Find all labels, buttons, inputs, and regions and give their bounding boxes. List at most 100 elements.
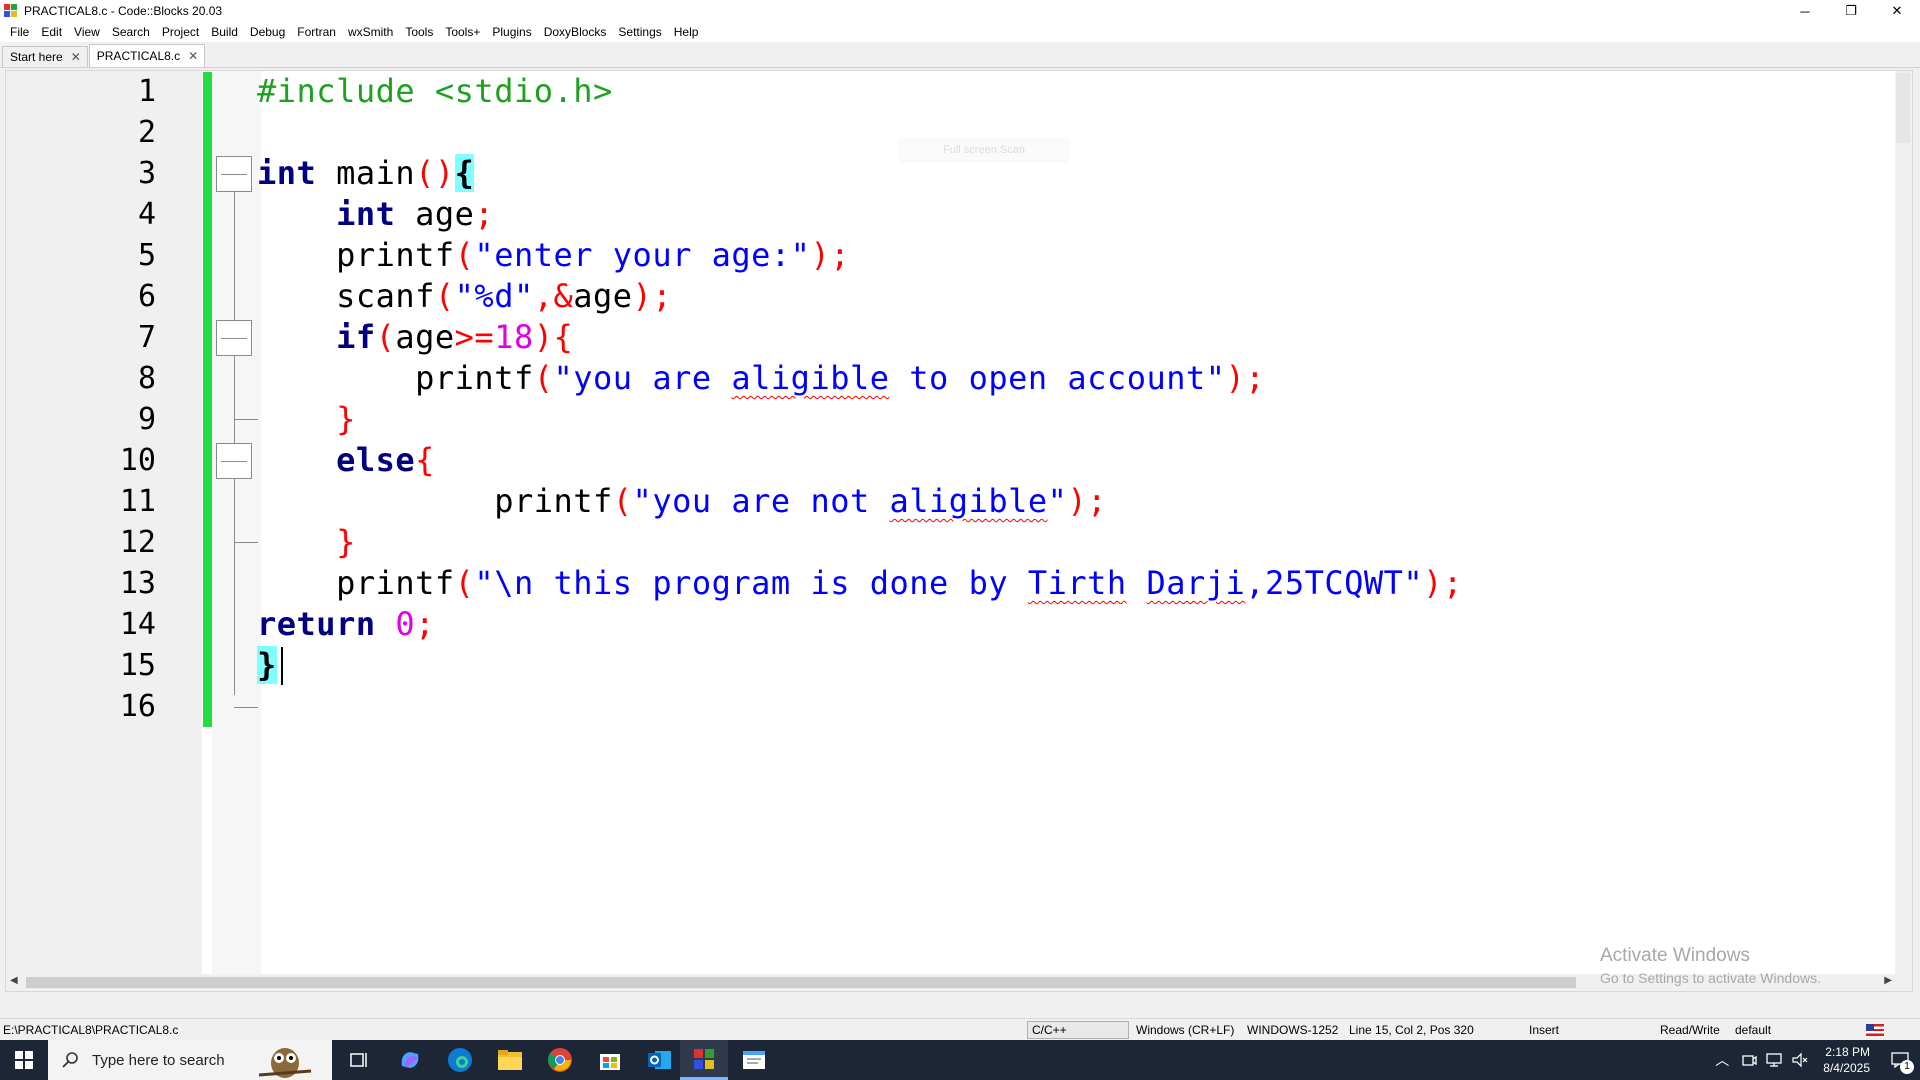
taskbar-search-box[interactable]: Type here to search (48, 1040, 332, 1080)
line-number: 3 (137, 156, 156, 191)
line-number: 15 (119, 648, 156, 683)
status-bar: E:\PRACTICAL8\PRACTICAL8.c C/C++ Windows… (0, 1018, 1920, 1040)
start-button[interactable] (0, 1040, 48, 1080)
taskbar-clock[interactable]: 2:18 PM 8/4/2025 (1823, 1044, 1870, 1076)
activate-windows-watermark: Activate Windows Go to Settings to activ… (1600, 945, 1821, 986)
notification-center-icon[interactable]: 1 (1880, 1040, 1920, 1080)
horizontal-scrollbar-thumb[interactable] (26, 977, 1576, 988)
minimize-button[interactable]: ─ (1782, 0, 1828, 22)
code-line-3[interactable]: int main(){ (257, 153, 475, 194)
code-editor[interactable]: 1 2 3 4 5 6 7 8 9 10 11 12 13 14 15 16 #… (5, 70, 1913, 992)
cursor-position: Line 15, Col 2, Pos 320 (1349, 1023, 1474, 1037)
fold-margin (212, 71, 261, 991)
menu-fortran[interactable]: Fortran (291, 22, 342, 42)
windows-taskbar: Type here to search ︿ 2:18 PM 8/4/2025 1 (0, 1040, 1920, 1080)
search-icon (62, 1052, 78, 1068)
code-line-13[interactable]: printf("\n this program is done by Tirth… (257, 563, 1463, 604)
line-number: 4 (137, 197, 156, 232)
code-line-15[interactable]: } (257, 645, 277, 686)
menu-wxsmith[interactable]: wxSmith (342, 22, 399, 42)
chrome-browser-icon[interactable] (536, 1040, 584, 1080)
menu-project[interactable]: Project (156, 22, 205, 42)
line-number: 7 (137, 320, 156, 355)
tab-close-icon[interactable]: ✕ (71, 50, 81, 64)
outlook-icon[interactable] (636, 1040, 684, 1080)
show-hidden-icons-chevron-icon[interactable]: ︿ (1715, 1050, 1729, 1070)
insert-mode-indicator: Insert (1529, 1023, 1560, 1037)
code-line-14[interactable]: return 0; (257, 604, 435, 645)
menu-search[interactable]: Search (106, 22, 156, 42)
code-line-5[interactable]: printf("enter your age:"); (257, 235, 850, 276)
line-number: 13 (119, 566, 156, 601)
menu-file[interactable]: File (4, 22, 35, 42)
encoding-indicator: WINDOWS-1252 (1247, 1023, 1339, 1037)
code-line-7[interactable]: if(age>=18){ (257, 317, 573, 358)
fold-toggle-icon[interactable] (216, 443, 252, 479)
copilot-icon[interactable] (386, 1040, 434, 1080)
menu-plugins[interactable]: Plugins (486, 22, 537, 42)
codeblocks-app-icon[interactable] (4, 4, 18, 18)
menu-build[interactable]: Build (205, 22, 244, 42)
line-number: 1 (137, 74, 156, 109)
code-line-10[interactable]: else{ (257, 440, 435, 481)
code-line-6[interactable]: scanf("%d",&age); (257, 276, 672, 317)
line-number: 2 (137, 115, 156, 150)
notepad-icon[interactable] (730, 1040, 778, 1080)
code-line-1[interactable]: #include <stdio.h> (257, 71, 613, 112)
tab-start-here[interactable]: Start here ✕ (2, 46, 88, 67)
line-number: 10 (119, 443, 156, 478)
volume-muted-icon[interactable] (1791, 1052, 1809, 1068)
menu-debug[interactable]: Debug (244, 22, 291, 42)
code-line-8[interactable]: printf("you are aligible to open account… (257, 358, 1265, 399)
file-explorer-icon[interactable] (486, 1040, 534, 1080)
watermark-title: Activate Windows (1600, 945, 1750, 966)
access-mode-indicator: Read/Write (1660, 1023, 1720, 1037)
menu-doxyblocks[interactable]: DoxyBlocks (538, 22, 613, 42)
edge-browser-icon[interactable] (436, 1040, 484, 1080)
line-number-gutter: 1 2 3 4 5 6 7 8 9 10 11 12 13 14 15 16 (6, 71, 202, 991)
code-line-11[interactable]: printf("you are not aligible"); (257, 481, 1107, 522)
menu-view[interactable]: View (68, 22, 106, 42)
watermark-subtitle: Go to Settings to activate Windows. (1600, 970, 1821, 986)
fold-toggle-icon[interactable] (216, 156, 252, 192)
line-number: 8 (137, 361, 156, 396)
menu-tools[interactable]: Tools (399, 22, 439, 42)
fold-toggle-icon[interactable] (216, 320, 252, 356)
menu-tools-plus[interactable]: Tools+ (439, 22, 486, 42)
vertical-scrollbar[interactable] (1895, 71, 1912, 991)
editor-tab-bar: Start here ✕ PRACTICAL8.c ✕ (0, 44, 1920, 68)
line-number: 14 (119, 607, 156, 642)
code-line-9[interactable]: } (257, 399, 356, 440)
codeblocks-taskbar-icon[interactable] (680, 1040, 728, 1080)
scroll-left-icon[interactable]: ◀ (10, 975, 18, 986)
scroll-right-icon[interactable]: ▶ (1884, 975, 1892, 986)
line-number: 9 (137, 402, 156, 437)
task-view-icon[interactable] (336, 1040, 384, 1080)
notification-count-badge: 1 (1900, 1060, 1914, 1074)
restore-button[interactable]: ❐ (1828, 0, 1874, 22)
menu-help[interactable]: Help (668, 22, 705, 42)
meet-now-icon[interactable] (1741, 1052, 1757, 1068)
title-bar: PRACTICAL8.c - Code::Blocks 20.03 ─ ❐ ✕ (0, 0, 1920, 22)
close-button[interactable]: ✕ (1874, 0, 1920, 22)
ghost-tooltip: Full screen Scan (898, 137, 1070, 163)
microsoft-store-icon[interactable] (586, 1040, 634, 1080)
window-controls: ─ ❐ ✕ (1782, 0, 1920, 22)
language-indicator: C/C++ (1027, 1021, 1129, 1039)
menu-settings[interactable]: Settings (612, 22, 667, 42)
tab-close-icon[interactable]: ✕ (188, 49, 198, 63)
clock-date: 8/4/2025 (1823, 1061, 1870, 1075)
fold-end-marker (234, 707, 258, 708)
change-indicator-bar (203, 72, 212, 727)
code-line-12[interactable]: } (257, 522, 356, 563)
fold-end-marker (234, 542, 258, 543)
network-icon[interactable] (1765, 1052, 1783, 1068)
us-flag-icon (1866, 1024, 1884, 1036)
tab-practical8-c[interactable]: PRACTICAL8.c ✕ (88, 44, 206, 67)
owl-search-highlight-icon (258, 1048, 311, 1078)
text-cursor (281, 647, 283, 685)
menu-edit[interactable]: Edit (35, 22, 68, 42)
vertical-scrollbar-thumb[interactable] (1896, 73, 1910, 143)
tab-label: PRACTICAL8.c (96, 49, 181, 63)
code-line-4[interactable]: int age; (257, 194, 494, 235)
